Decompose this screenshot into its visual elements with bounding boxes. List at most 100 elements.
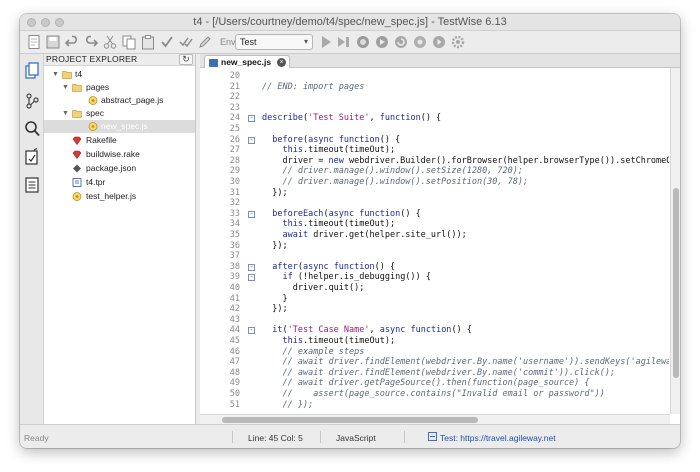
code-line[interactable]: 41 } — [200, 294, 669, 305]
tree-item-buildwise-rake[interactable]: buildwise.rake — [44, 148, 195, 161]
code-line[interactable]: 37 — [200, 251, 669, 262]
code-line[interactable]: 33- beforeEach(async function() { — [200, 209, 669, 220]
code-line[interactable]: 38- after(async function() { — [200, 262, 669, 273]
edit-icon[interactable] — [197, 34, 213, 50]
files-icon[interactable] — [24, 62, 40, 80]
code-line[interactable]: 43 — [200, 315, 669, 326]
tree-item-rakefile[interactable]: Rakefile — [44, 134, 195, 147]
tree-item-abstract-page[interactable]: abstract_page.js — [44, 94, 195, 107]
code-line[interactable]: 48 // await driver.findElement(webdriver… — [200, 368, 669, 379]
code-line[interactable]: 34 this.timeout(timeOut); — [200, 219, 669, 230]
fold-toggle-icon[interactable]: - — [248, 274, 255, 282]
code-text: this.timeout(timeOut); — [282, 336, 396, 346]
close-icon[interactable]: × — [277, 58, 286, 67]
cut-icon[interactable] — [102, 34, 118, 50]
code-line[interactable]: 49 // await driver.getPageSource().then(… — [200, 378, 669, 389]
code-line[interactable]: 24- describe('Test Suite', function() { — [200, 113, 669, 124]
record-icon[interactable] — [355, 34, 371, 50]
line-number: 21 — [229, 81, 240, 92]
code-line[interactable]: 45 this.timeout(timeOut); — [200, 336, 669, 347]
environment-select-value: Test — [240, 37, 257, 47]
code-line[interactable]: 36 }); — [200, 241, 669, 252]
code-line[interactable]: 29 // driver.manage().window().setSize(1… — [200, 166, 669, 177]
vertical-scroll-thumb[interactable] — [673, 188, 679, 378]
code-line[interactable]: 47 // await driver.findElement(webdriver… — [200, 357, 669, 368]
fold-toggle-icon[interactable]: - — [248, 327, 255, 335]
test-url-link[interactable]: Test: https://travel.agileway.net — [440, 433, 556, 443]
source-control-icon[interactable] — [24, 92, 40, 110]
copy-icon[interactable] — [121, 34, 137, 50]
test-script-icon[interactable] — [24, 148, 40, 166]
check-all-icon[interactable] — [178, 34, 194, 50]
playback-icon[interactable] — [431, 34, 447, 50]
line-number: 46 — [229, 346, 240, 357]
tree-item-test-helper[interactable]: test_helper.js — [44, 190, 195, 203]
chevron-down-icon[interactable]: ▼ — [62, 107, 69, 120]
redo-icon[interactable] — [83, 34, 99, 50]
code-line[interactable]: 42 }); — [200, 304, 669, 315]
tree-item-pages[interactable]: ▼ pages — [44, 81, 195, 94]
code-text: after(async function() { — [272, 261, 396, 272]
fold-toggle-icon[interactable]: - — [248, 263, 255, 271]
fold-toggle-icon[interactable]: - — [248, 136, 255, 144]
code-line[interactable]: 30 // driver.manage().window().setPositi… — [200, 177, 669, 188]
code-line[interactable]: 35 await driver.get(helper.site_url()); — [200, 230, 669, 241]
code-line[interactable]: 44- it('Test Case Name', async function(… — [200, 325, 669, 336]
code-line[interactable]: 22 — [200, 92, 669, 103]
code-text: describe('Test Suite', function() { — [262, 113, 442, 124]
code-area[interactable]: 20 21// END: import pages 22 23 24- describe(… — [200, 68, 669, 414]
search-icon[interactable] — [24, 120, 40, 138]
code-line[interactable]: 26- before(async function() { — [200, 135, 669, 146]
debug-icon[interactable] — [374, 34, 390, 50]
code-text: // assert(page_source.contains("Invalid … — [282, 389, 605, 399]
code-line[interactable]: 32 — [200, 198, 669, 209]
code-line[interactable]: 27 this.timeout(timeOut); — [200, 145, 669, 156]
chevron-down-icon[interactable]: ▼ — [62, 81, 69, 94]
refresh-run-icon[interactable] — [393, 34, 409, 50]
tab-new-spec[interactable]: new_spec.js × — [204, 55, 290, 68]
code-line[interactable]: 39- if (!helper.is_debugging()) { — [200, 272, 669, 283]
fold-toggle-icon[interactable]: - — [248, 115, 255, 123]
line-number: 45 — [229, 336, 240, 346]
find-replace-icon[interactable] — [159, 34, 175, 50]
run-all-icon[interactable] — [336, 34, 352, 50]
code-line[interactable]: 23 — [200, 103, 669, 114]
project-file-icon — [72, 178, 82, 187]
chevron-down-icon[interactable]: ▼ — [52, 68, 59, 81]
code-line[interactable]: 50 // assert(page_source.contains("Inval… — [200, 389, 669, 400]
code-line[interactable]: 46 // example steps — [200, 347, 669, 358]
refresh-icon[interactable]: ↻ — [179, 54, 193, 65]
language-mode[interactable]: JavaScript — [336, 433, 376, 443]
run-icon[interactable] — [318, 34, 334, 50]
tree-item-spec[interactable]: ▼ spec — [44, 107, 195, 120]
horizontal-scrollbar[interactable] — [200, 414, 670, 424]
vertical-scrollbar[interactable] — [670, 68, 680, 414]
horizontal-scroll-thumb[interactable] — [222, 417, 478, 423]
code-line[interactable]: 31 }); — [200, 188, 669, 199]
new-file-icon[interactable] — [26, 34, 42, 50]
tree-item-label: Rakefile — [86, 135, 117, 145]
settings-gear-icon[interactable] — [450, 34, 466, 50]
fold-toggle-icon[interactable]: - — [248, 210, 255, 218]
status-divider — [232, 431, 233, 443]
save-icon[interactable] — [45, 34, 61, 50]
tree-item-new-spec[interactable]: new_spec.js — [44, 120, 195, 133]
line-number: 43 — [229, 314, 240, 325]
document-list-icon[interactable] — [24, 176, 40, 194]
environment-select[interactable]: Test ▾ — [235, 34, 313, 50]
code-line[interactable]: 25 — [200, 124, 669, 135]
tree-item-t4-tpr[interactable]: t4.tpr — [44, 176, 195, 189]
browser-icon[interactable] — [412, 34, 428, 50]
code-line[interactable]: 28 driver = new webdriver.Builder().forB… — [200, 156, 669, 167]
code-line[interactable]: 21 // END: import pages — [200, 82, 669, 93]
line-number: 30 — [229, 177, 240, 187]
tree-item-package-json[interactable]: package.json — [44, 162, 195, 175]
paste-icon[interactable] — [140, 34, 156, 50]
status-ready: Ready — [24, 433, 49, 443]
code-line[interactable]: 51 // }); — [200, 400, 669, 411]
code-line[interactable]: 40 driver.quit(); — [200, 283, 669, 294]
undo-icon[interactable] — [64, 34, 80, 50]
json-file-icon — [72, 164, 82, 173]
code-line[interactable]: 20 — [200, 71, 669, 82]
tree-item-t4[interactable]: ▼ t4 — [44, 68, 195, 81]
